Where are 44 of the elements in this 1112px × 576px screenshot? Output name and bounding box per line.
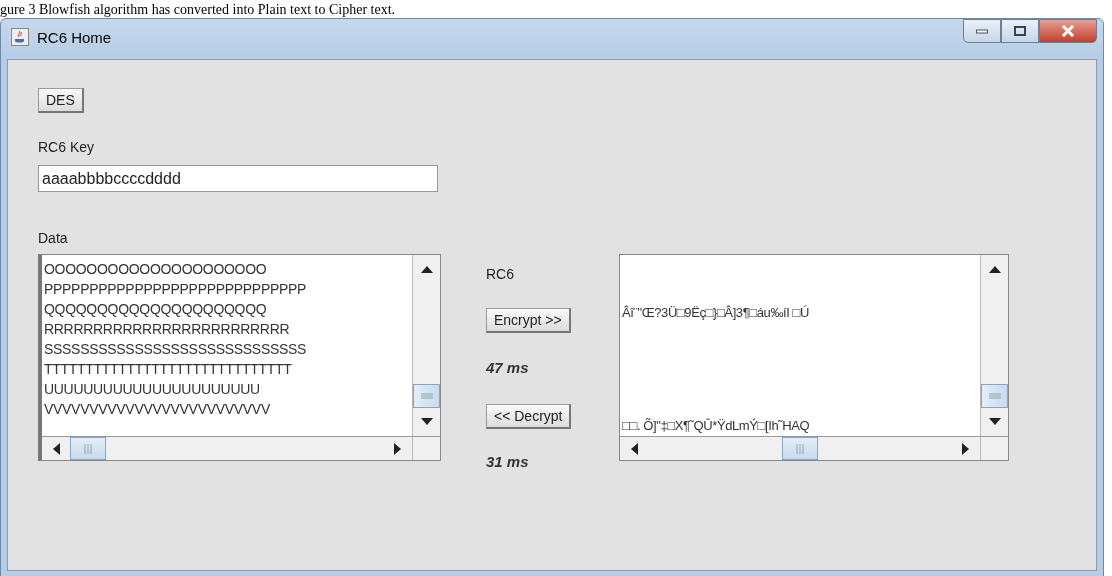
data-text-line: RRRRRRRRRRRRRRRRRRRRRRRRR	[44, 320, 291, 339]
key-input-field[interactable]: aaaabbbbccccdddd	[38, 165, 438, 192]
maximize-button[interactable]	[1001, 19, 1039, 43]
scroll-left-icon[interactable]	[52, 442, 60, 455]
scroll-down-icon[interactable]	[988, 418, 1001, 426]
scrollbar-thumb[interactable]	[781, 437, 818, 460]
key-label: RC6 Key	[38, 139, 96, 155]
scroll-right-icon[interactable]	[394, 442, 402, 455]
close-button[interactable]	[1039, 19, 1097, 43]
coffee-cup-icon	[11, 28, 29, 46]
des-button[interactable]: DES	[38, 88, 84, 113]
scroll-right-icon[interactable]	[962, 442, 970, 455]
data-text-line: PPPPPPPPPPPPPPPPPPPPPPPPPPPPP	[44, 280, 308, 299]
encrypt-time: 47 ms	[486, 359, 530, 376]
encrypt-button[interactable]: Encrypt >>	[486, 308, 571, 333]
cipher-text-line: □□. Õ]"‡□X¶˜QÛ*ŸdLmÝ□[Ih˜HAQ	[622, 417, 811, 435]
scrollbar-corner	[412, 436, 440, 460]
minimize-button[interactable]	[963, 19, 1001, 43]
decrypt-time: 31 ms	[486, 453, 530, 470]
data-text-line: QQQQQQQQQQQQQQQQQQQQQ	[44, 300, 268, 319]
scroll-up-icon[interactable]	[420, 265, 433, 273]
data-text-line: OOOOOOOOOOOOOOOOOOOOO	[44, 260, 268, 279]
cipher-text-area[interactable]: Âî¨"Œ?3Ü□9Ëç□}□Â]3¶□áu‰íI □Ú □□. Õ]"‡□X¶˜QÛ*ŸdLmÝ□[Ih˜HAQ	[619, 254, 1009, 461]
scroll-up-icon[interactable]	[988, 265, 1001, 273]
cipher-text-line: Âî¨"Œ?3Ü□9Ëç□}□Â]3¶□áu‰íI □Ú	[622, 304, 811, 322]
data-text-line: VVVVVVVVVVVVVVVVVVVVVVVVV	[44, 400, 271, 419]
data-text-area[interactable]	[38, 254, 441, 461]
decrypt-button[interactable]: << Decrypt	[486, 404, 572, 429]
minimize-icon	[976, 28, 988, 34]
data-text-line: SSSSSSSSSSSSSSSSSSSSSSSSSSSSS	[44, 340, 308, 359]
data-text-line: TTTTTTTTTTTTTTTTTTTTTTTTTTTTTT	[44, 360, 293, 379]
scrollbar-thumb[interactable]	[413, 384, 440, 408]
scrollbar-thumb[interactable]	[981, 384, 1008, 408]
scrollbar-thumb[interactable]	[70, 437, 106, 460]
scroll-left-icon[interactable]	[630, 442, 638, 455]
scrollbar-corner	[980, 436, 1008, 460]
window-title: RC6 Home	[37, 28, 112, 46]
data-label: Data	[38, 230, 69, 246]
maximize-icon	[1014, 26, 1026, 36]
algorithm-label: RC6	[486, 266, 515, 282]
figure-caption: gure 3 Blowfish algorithm has converted into Plain text to Cipher text.	[0, 2, 396, 18]
data-text-line: UUUUUUUUUUUUUUUUUUUUUU	[44, 380, 261, 399]
close-icon	[1061, 25, 1075, 37]
scroll-down-icon[interactable]	[420, 418, 433, 426]
